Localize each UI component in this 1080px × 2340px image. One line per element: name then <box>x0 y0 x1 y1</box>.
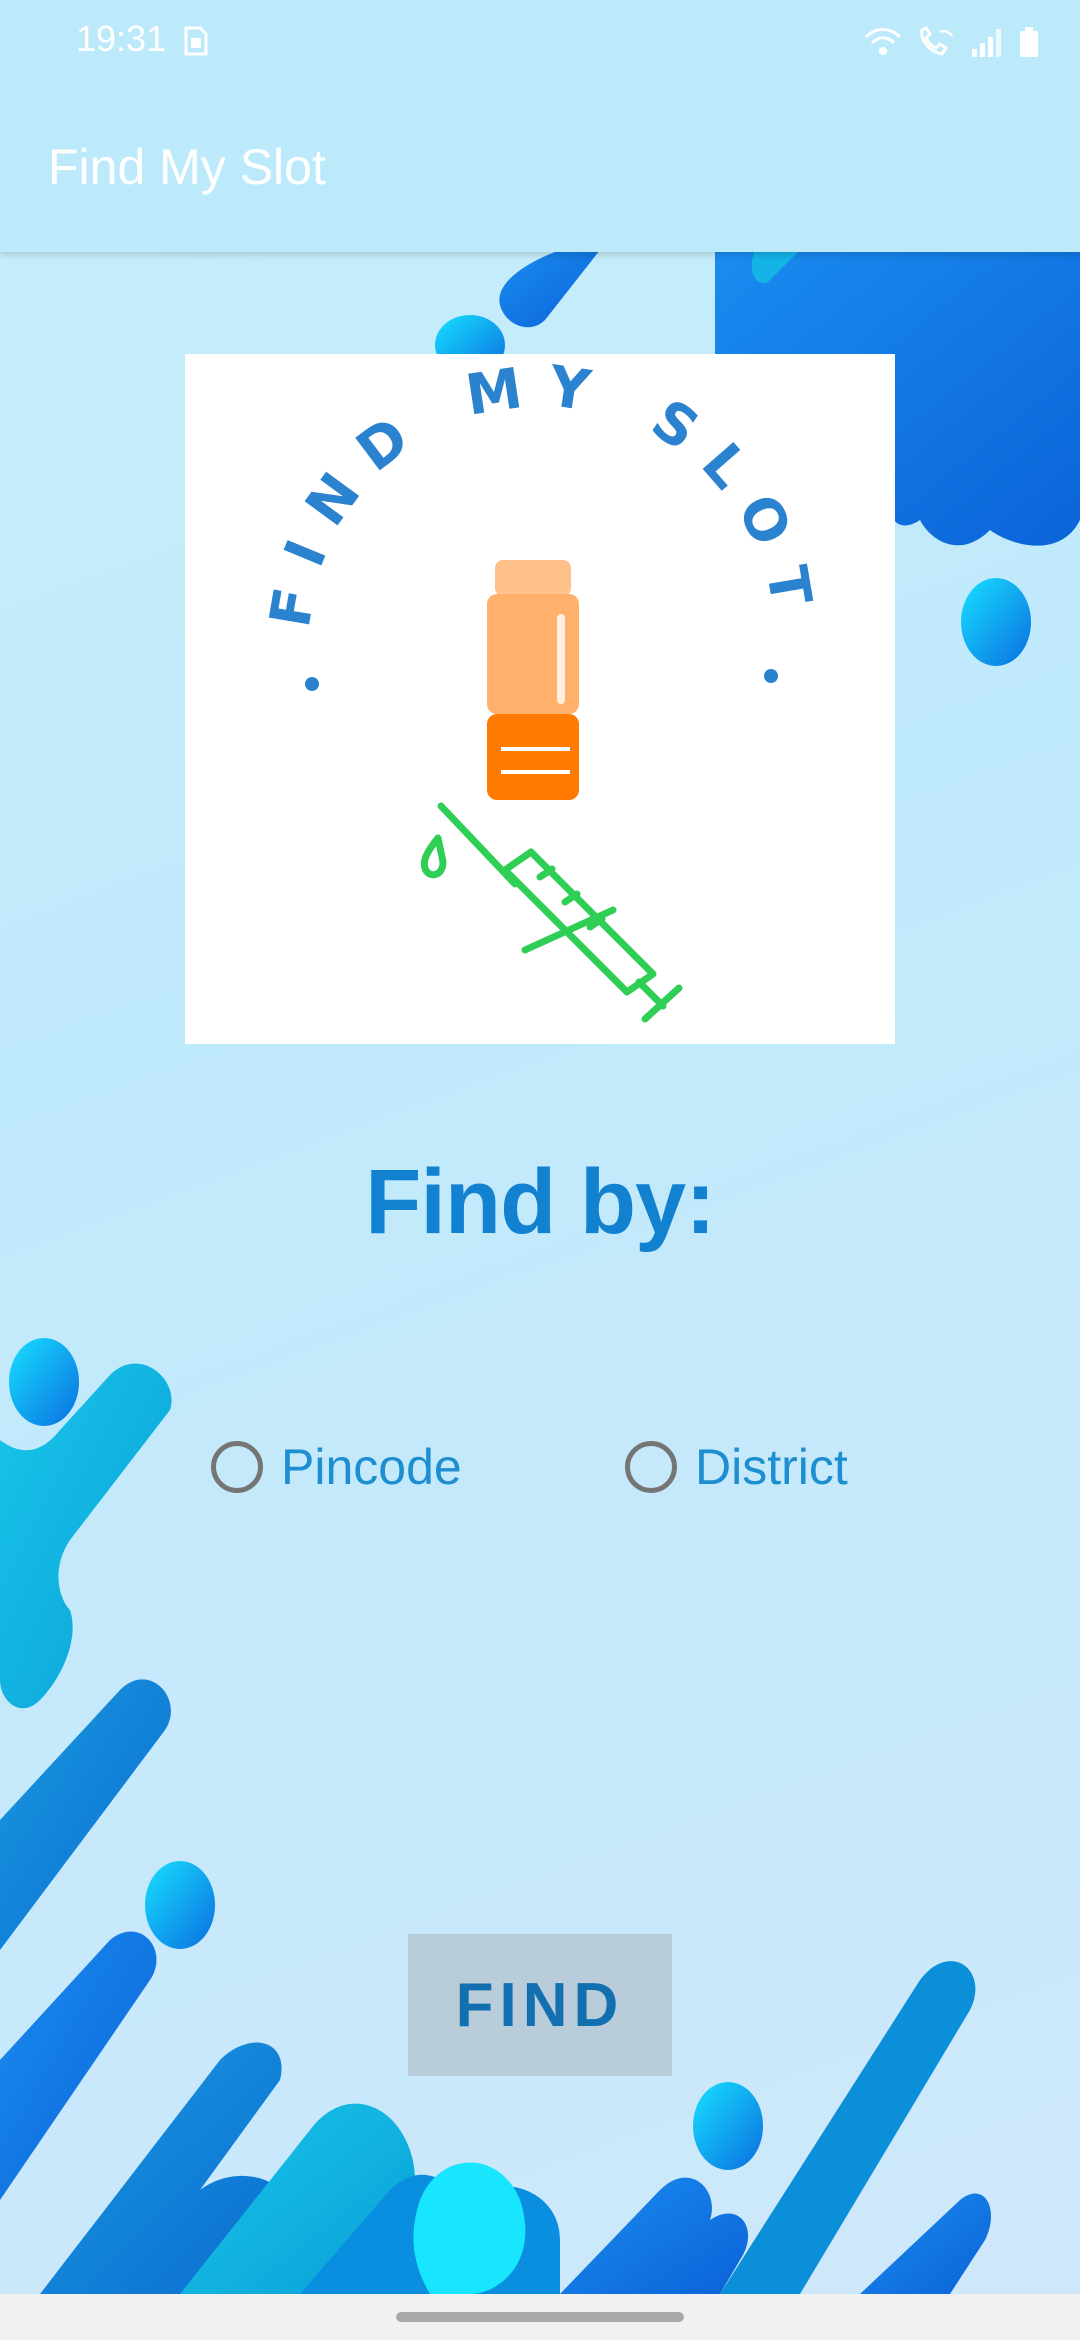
app-title: Find My Slot <box>48 139 326 195</box>
radio-pincode[interactable]: Pincode <box>211 1432 462 1502</box>
radio-district[interactable]: District <box>625 1432 848 1502</box>
find-by-heading: Find by: <box>365 1151 716 1253</box>
vial-icon <box>487 560 579 800</box>
navigation-bar <box>0 2294 1080 2340</box>
radio-button-icon[interactable] <box>625 1441 677 1493</box>
find-button[interactable]: FIND <box>408 1934 672 2076</box>
radio-district-label: District <box>695 1439 848 1495</box>
app-bar: Find My Slot <box>0 86 1080 252</box>
syringe-icon <box>420 802 683 1023</box>
vaccine-logo-image: FIND MY SLOT <box>258 354 805 1023</box>
app-logo: FIND MY SLOT <box>185 354 895 1044</box>
radio-button-icon[interactable] <box>211 1441 263 1493</box>
home-gesture-handle[interactable] <box>396 2312 684 2322</box>
radio-pincode-label: Pincode <box>281 1439 462 1495</box>
app-screen: 19:31 Find My Slot FIND MY SLOT Find by:… <box>0 0 1080 2340</box>
